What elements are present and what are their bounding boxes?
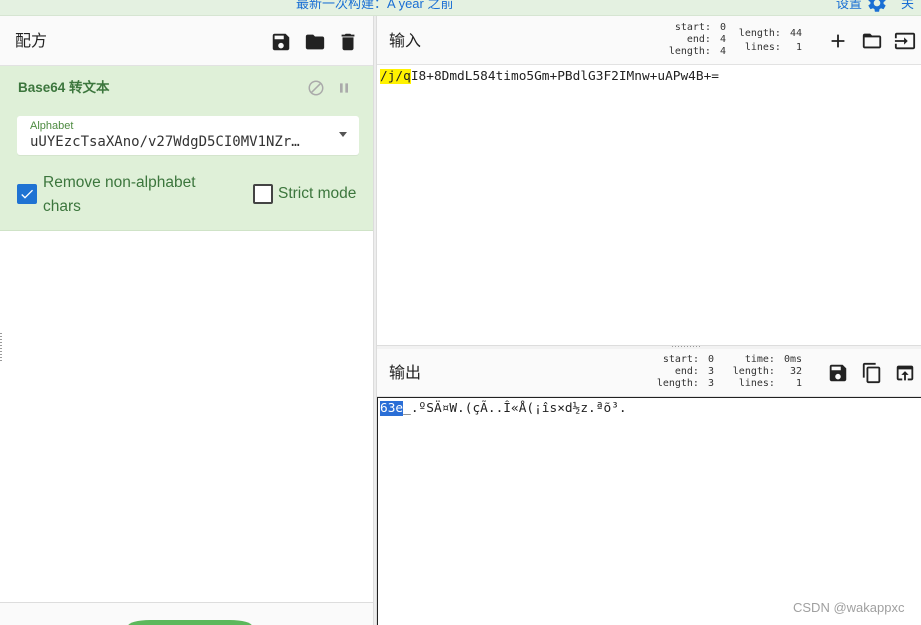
stat-label: lines: [744,42,781,53]
save-output-button[interactable] [827,362,849,384]
input-header: 输入 start: 0 end: 4 length: 4 length: 44 line… [377,16,921,65]
copy-output-button[interactable] [861,362,883,384]
replace-input-button[interactable] [894,362,916,384]
input-text-rest: I8+8DmdL584timo5Gm+PBdlG3F2IMnw+uAPw4B+= [410,69,720,84]
output-selection-highlight: 63e [380,401,404,416]
stat-value: 1 [795,378,802,389]
remove-non-alphabet-label: Remove non-alphabet chars [43,174,196,215]
stat-value: 44 [789,28,802,39]
build-notice: 最新一次构建：A year 之前 [296,0,454,11]
input-icon [894,32,916,50]
resize-handle-dots[interactable] [672,346,702,347]
load-recipe-button[interactable] [304,31,326,53]
breakpoint-button[interactable] [336,80,352,96]
settings-link[interactable]: 设置 [836,0,862,12]
remove-non-alphabet-checkbox[interactable] [17,184,37,204]
stat-label: end: [674,366,699,377]
alphabet-field[interactable]: Alphabet uUYEzcTsaXAno/v27WdgD5CI0MV1NZr… [17,116,359,155]
stat-value: 1 [795,42,802,53]
stat-label: length: [732,366,775,377]
input-total-stats: length: 44 lines: 1 [739,27,802,55]
save-recipe-button[interactable] [270,31,292,53]
output-text-area[interactable]: 63e_.ºSÄ¤W.(çÃ..Î«Å(¡îs×d½z.ªõ³. [377,397,921,625]
delete-icon [341,33,355,51]
output-selection-stats: start: 0 end: 3 length: 3 [657,354,714,390]
pause-icon [340,83,348,93]
input-selection-highlight: /j/q [380,69,411,84]
operations-resize-handle[interactable] [0,333,2,361]
add-icon [831,34,845,48]
stat-label: length: [738,28,781,39]
stat-value: 0ms [783,354,802,365]
stat-label: end: [686,34,711,45]
checkmark-icon [21,189,33,199]
output-text: 63e_.ºSÄ¤W.(çÃ..Î«Å(¡îs×d½z.ªõ³. [380,401,627,417]
open-folder-button[interactable] [894,30,916,52]
replace-input-icon [896,365,914,381]
disable-icon [308,80,324,96]
recipe-title: 配方 [15,33,48,50]
stat-value: 4 [719,46,726,57]
alphabet-input[interactable]: uUYEzcTsaXAno/v27WdgD5CI0MV1NZr… [30,133,330,151]
disable-operation-button[interactable] [307,79,325,97]
output-total-stats: time: 0ms length: 32 lines: 1 [733,354,802,390]
stat-value: 3 [707,366,714,377]
stat-label: length: [656,378,699,389]
output-title: 输出 [389,365,422,382]
watermark: CSDN @wakappxc [793,600,905,615]
operation-title: Base64 转文本 [18,80,110,95]
stat-label: start: [674,22,711,33]
bake-button[interactable] [128,620,252,625]
recipe-header: 配方 [0,16,373,66]
stat-label: start: [662,354,699,365]
stat-label: time: [744,354,775,365]
output-text-rest: _.ºSÄ¤W.(çÃ..Î«Å(¡îs×d½z.ªõ³. [403,401,627,416]
about-link[interactable]: 关 [901,0,914,12]
bake-bar [0,602,373,625]
folder-open-icon [862,33,882,49]
stat-value: 0 [707,354,714,365]
save-icon [829,364,847,382]
input-text-area[interactable]: /j/qI8+8DmdL584timo5Gm+PBdlG3F2IMnw+uAPw… [377,65,921,345]
io-panel: 输入 start: 0 end: 4 length: 4 length: 44 line… [377,16,921,625]
input-selection-stats: start: 0 end: 4 length: 4 [669,22,726,58]
top-banner: 最新一次构建：A year 之前 设置 关 [0,0,921,16]
chevron-down-icon[interactable] [339,132,347,137]
open-file-button[interactable] [861,30,883,52]
add-input-tab-button[interactable] [827,30,849,52]
gear-icon[interactable] [866,0,888,14]
folder-icon [305,34,325,50]
alphabet-label: Alphabet [30,120,74,132]
input-title: 输入 [389,33,422,50]
recipe-panel: 配方 Base64 转文本 Alphabet uUYEzcTsaXAno/v27… [0,16,373,625]
strict-mode-label: Strict mode [278,185,357,202]
stat-label: lines: [738,378,775,389]
save-icon [272,33,290,51]
stat-value: 3 [707,378,714,389]
stat-label: length: [668,46,711,57]
operation-base64-to-text[interactable]: Base64 转文本 Alphabet uUYEzcTsaXAno/v27Wdg… [0,66,373,231]
clear-recipe-button[interactable] [337,31,359,53]
stat-value: 32 [789,366,802,377]
copy-icon [862,362,881,384]
stat-value: 4 [719,34,726,45]
strict-mode-checkbox[interactable] [253,184,273,204]
stat-value: 0 [719,22,726,33]
input-text: /j/qI8+8DmdL584timo5Gm+PBdlG3F2IMnw+uAPw… [380,69,719,85]
output-header: 输出 start: 0 end: 3 length: 3 time: 0ms lengt… [377,349,921,397]
